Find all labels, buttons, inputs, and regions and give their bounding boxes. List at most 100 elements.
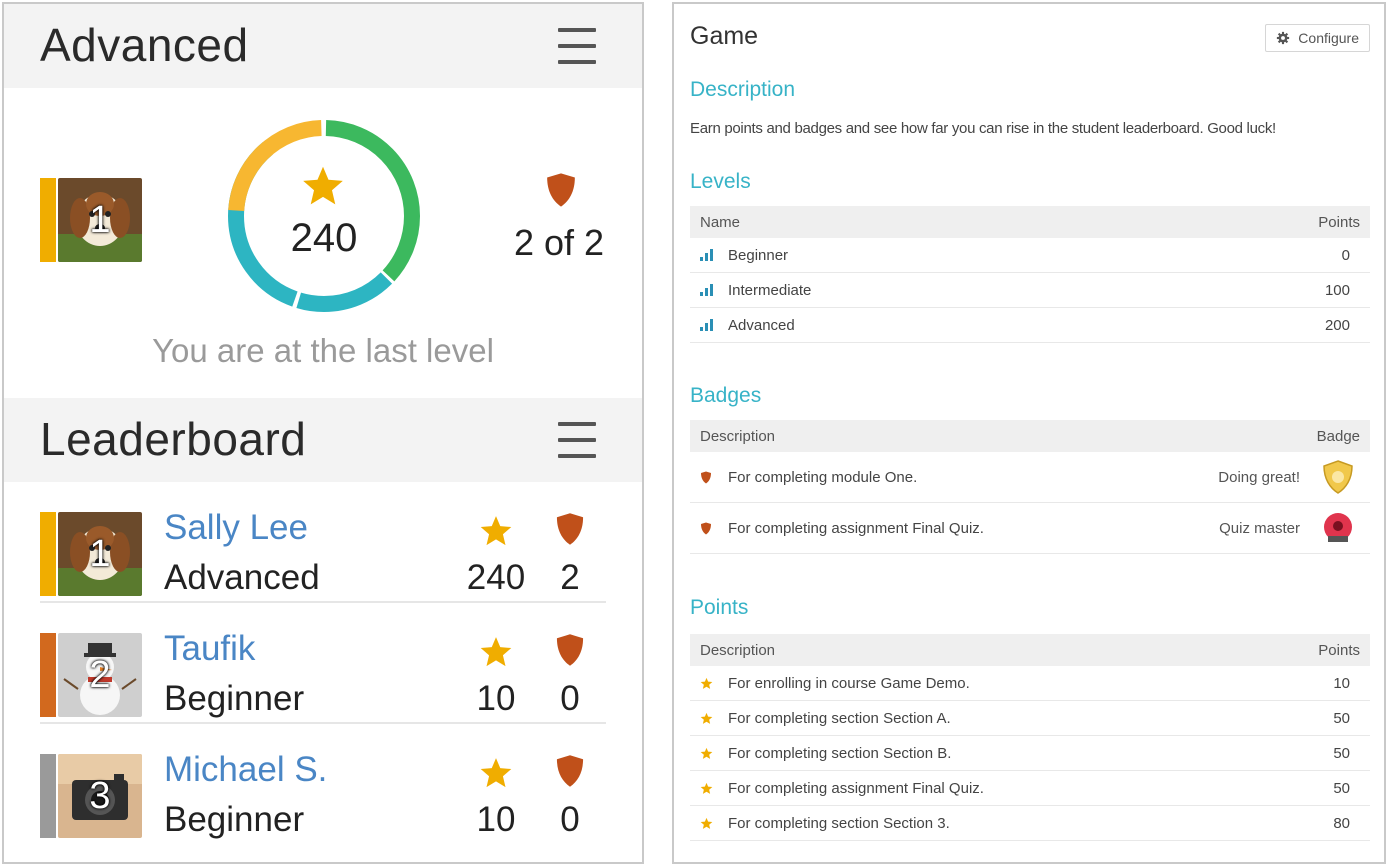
points-rule-value: 50 <box>1333 744 1350 762</box>
star-icon <box>700 817 713 829</box>
badge-name: Doing great! <box>1218 468 1300 486</box>
table-row: Intermediate 100 <box>690 273 1370 308</box>
shield-icon <box>556 513 584 545</box>
points-rule-description: For completing section Section A. <box>728 709 951 727</box>
badges-earned: 2 of 2 <box>513 222 605 263</box>
game-settings-panel: Game Configure Description Earn points a… <box>672 2 1386 864</box>
student-badges: 2 <box>560 558 580 597</box>
rank-number: 1 <box>89 532 111 575</box>
points-rule-value: 80 <box>1333 814 1350 832</box>
points-rule-value: 50 <box>1333 709 1350 727</box>
level-points: 200 <box>1324 316 1350 334</box>
rank-number: 1 <box>89 198 111 241</box>
level-name: Advanced <box>728 316 795 334</box>
leaderboard-list: 1 Sally Lee Advanced 240 2 2 Taufik Begi… <box>4 482 642 845</box>
description-heading: Description <box>690 78 796 101</box>
student-badges: 0 <box>560 800 580 839</box>
gear-icon <box>1277 31 1290 45</box>
advanced-block-header: Advanced <box>4 4 642 88</box>
level-points: 100 <box>1324 281 1350 299</box>
rank-color-bar <box>40 178 56 262</box>
badge-description: For completing assignment Final Quiz. <box>728 519 984 537</box>
student-name-link[interactable]: Michael S. <box>164 750 327 790</box>
star-icon <box>700 782 713 794</box>
rank-number: 3 <box>89 774 111 817</box>
column-header: Description <box>700 641 776 659</box>
star-icon <box>480 758 512 788</box>
points-total: 240 <box>290 216 358 260</box>
table-row: For completing section Section 3. 80 <box>690 806 1370 841</box>
student-name-link[interactable]: Sally Lee <box>164 508 308 548</box>
leaderboard-row: 1 Sally Lee Advanced 240 2 <box>40 482 606 603</box>
table-header: Description Points <box>690 634 1370 666</box>
table-row: For enrolling in course Game Demo. 10 <box>690 666 1370 701</box>
badges-heading: Badges <box>690 384 762 407</box>
points-rule-value: 50 <box>1333 779 1350 797</box>
level-points: 0 <box>1341 246 1350 264</box>
student-badges: 0 <box>560 679 580 718</box>
student-points: 10 <box>476 800 516 839</box>
star-icon <box>700 712 713 724</box>
avatar: 1 <box>58 178 142 262</box>
level-summary: 1 240 2 of 2 You are at the last level <box>4 88 642 398</box>
shield-icon <box>547 173 575 207</box>
table-row: For completing assignment Final Quiz. Qu… <box>690 503 1370 554</box>
table-row: Beginner 0 <box>690 238 1370 273</box>
leaderboard-row: 2 Taufik Beginner 10 0 <box>40 603 606 724</box>
level-name: Beginner <box>728 246 789 264</box>
points-heading: Points <box>690 596 749 619</box>
avatar: 2 <box>58 633 142 717</box>
student-level: Beginner <box>164 800 305 839</box>
shield-icon <box>701 522 711 534</box>
points-rule-value: 10 <box>1333 674 1350 692</box>
table-row: For completing assignment Final Quiz. 50 <box>690 771 1370 806</box>
leaderboard-row: 3 Michael S. Beginner 10 0 <box>40 724 606 845</box>
level-name: Intermediate <box>728 281 812 299</box>
signal-bars-icon <box>700 319 713 331</box>
shield-icon <box>556 755 584 787</box>
points-rule-description: For completing section Section B. <box>728 744 952 762</box>
rank-color-bar <box>40 512 56 596</box>
levels-table: Name Points Beginner 0 Intermediate 100 … <box>690 206 1370 343</box>
table-row: For completing module One. Doing great! <box>690 452 1370 503</box>
star-icon <box>303 166 343 205</box>
level-block-title: Advanced <box>40 19 249 71</box>
shield-icon <box>701 471 711 483</box>
badge-description: For completing module One. <box>728 468 918 486</box>
student-level: Beginner <box>164 679 305 718</box>
hamburger-menu-icon[interactable] <box>558 422 596 458</box>
student-level: Advanced <box>164 558 320 597</box>
points-rule-description: For enrolling in course Game Demo. <box>728 674 970 692</box>
student-points: 10 <box>476 679 516 718</box>
table-header: Name Points <box>690 206 1370 238</box>
badge-name: Quiz master <box>1219 519 1300 537</box>
column-header: Points <box>1318 213 1360 231</box>
star-icon <box>700 677 713 689</box>
table-header: Description Badge <box>690 420 1370 452</box>
badges-table: Description Badge For completing module … <box>690 420 1370 554</box>
hamburger-menu-icon[interactable] <box>558 28 596 64</box>
leaderboard-header: Leaderboard <box>4 398 642 482</box>
signal-bars-icon <box>700 249 713 261</box>
gamification-widget: Advanced 1 240 2 of 2 You are at the las… <box>2 2 644 864</box>
level-status-message: You are at the last level <box>152 332 494 369</box>
rank-number: 2 <box>89 653 111 696</box>
column-header: Description <box>700 427 776 445</box>
points-rule-description: For completing section Section 3. <box>728 814 950 832</box>
star-icon <box>480 637 512 667</box>
column-header: Badge <box>1316 427 1360 445</box>
description-text: Earn points and badges and see how far y… <box>690 120 1276 137</box>
configure-label: Configure <box>1298 30 1359 46</box>
badge-image <box>1324 513 1352 542</box>
points-rule-description: For completing assignment Final Quiz. <box>728 779 984 797</box>
rank-color-bar <box>40 754 56 838</box>
table-row: For completing section Section B. 50 <box>690 736 1370 771</box>
shield-icon <box>556 634 584 666</box>
table-row: Advanced 200 <box>690 308 1370 343</box>
student-name-link[interactable]: Taufik <box>164 629 255 669</box>
table-row: For completing section Section A. 50 <box>690 701 1370 736</box>
page-title: Game <box>690 22 759 50</box>
star-icon <box>480 516 512 546</box>
configure-button[interactable]: Configure <box>1265 24 1370 52</box>
student-points: 240 <box>466 558 526 597</box>
